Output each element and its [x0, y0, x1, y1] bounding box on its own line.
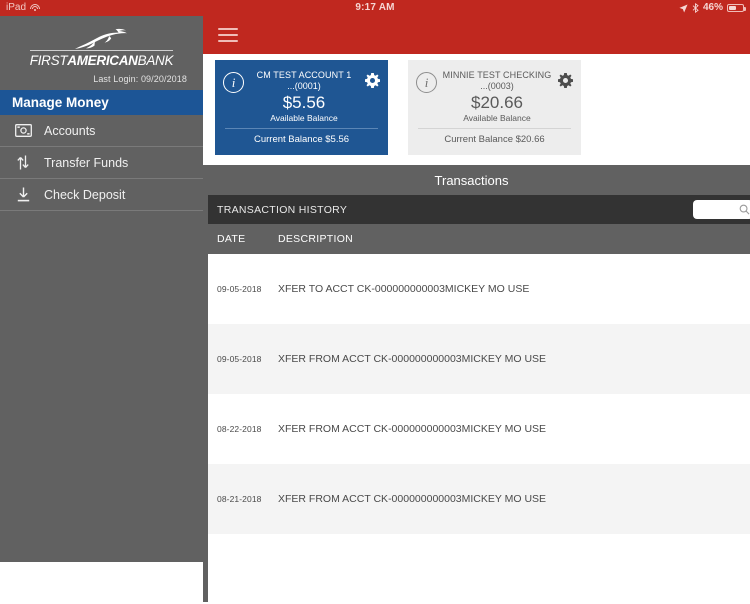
account-card-body: CM TEST ACCOUNT 1 ...(0001) $5.56 Availa… [244, 67, 364, 124]
status-bar-clock: 9:17 AM [355, 2, 395, 13]
logo-bank: BANK [137, 53, 174, 68]
transaction-description: XFER FROM ACCT CK-000000000003MICKEY MO … [278, 353, 547, 365]
column-header-description: DESCRIPTION [278, 233, 354, 245]
sidebar-item-accounts[interactable]: Accounts [0, 115, 203, 147]
location-arrow-icon [679, 3, 688, 13]
gear-icon[interactable] [557, 73, 573, 88]
sidebar: FIRSTAMERICANBANK Last Login: 09/20/2018… [0, 16, 203, 562]
battery-icon [727, 4, 746, 12]
ios-status-bar: iPad 9:17 AM 46% [0, 0, 750, 16]
bluetooth-icon [692, 3, 699, 13]
transaction-date: 09-05-2018 [217, 354, 262, 364]
table-row[interactable]: 08-21-2018 XFER FROM ACCT CK-00000000000… [208, 464, 750, 534]
sidebar-item-label: Transfer Funds [44, 155, 129, 170]
info-icon[interactable]: i [223, 72, 244, 93]
transactions-title: Transactions [434, 172, 509, 188]
account-card-body: MINNIE TEST CHECKING ...(0003) $20.66 Av… [437, 67, 557, 124]
sidebar-item-check-deposit[interactable]: Check Deposit [0, 179, 203, 211]
app-top-bar [203, 16, 750, 54]
table-row[interactable]: 09-05-2018 XFER FROM ACCT CK-00000000000… [208, 324, 750, 394]
transactions-panel: TRANSACTION HISTORY DATE DESCRIPTION 09-… [203, 195, 750, 604]
transaction-description: XFER FROM ACCT CK-000000000003MICKEY MO … [278, 493, 547, 505]
transactions-title-bar: Transactions [203, 165, 750, 195]
sidebar-item-label: Accounts [44, 123, 96, 138]
search-icon [739, 204, 750, 215]
current-balance-label: Current Balance $5.56 [253, 134, 350, 145]
transaction-description: XFER TO ACCT CK-000000000003MICKEY MO US… [278, 283, 530, 295]
gear-icon[interactable] [364, 73, 380, 88]
search-input[interactable] [693, 200, 750, 219]
account-card-header: i MINNIE TEST CHECKING ...(0003) $20.66 … [416, 67, 573, 124]
account-number: ...(0003) [480, 81, 514, 91]
available-balance-label: Available Balance [270, 113, 338, 123]
account-name: CM TEST ACCOUNT 1 [256, 70, 352, 80]
account-card-cm-test-account-1[interactable]: i CM TEST ACCOUNT 1 ...(0001) $5.56 Avai… [215, 60, 388, 155]
table-row[interactable]: 08-22-2018 XFER FROM ACCT CK-00000000000… [208, 394, 750, 464]
brand-header: FIRSTAMERICANBANK Last Login: 09/20/2018 [0, 16, 203, 84]
transactions-column-headers: DATE DESCRIPTION [208, 224, 750, 254]
info-icon[interactable]: i [416, 72, 437, 93]
available-balance-amount: $5.56 [282, 93, 326, 112]
column-header-date: DATE [217, 233, 246, 245]
account-card-minnie-test-checking[interactable]: i MINNIE TEST CHECKING ...(0003) $20.66 … [408, 60, 581, 155]
account-number: ...(0001) [287, 81, 321, 91]
manage-money-label: Manage Money [12, 95, 109, 110]
sidebar-section-manage-money[interactable]: Manage Money [0, 90, 203, 115]
transfer-arrows-icon [14, 154, 32, 172]
transaction-description: XFER FROM ACCT CK-000000000003MICKEY MO … [278, 423, 547, 435]
current-balance-label: Current Balance $20.66 [444, 134, 545, 145]
logo-american: AMERICAN [67, 53, 138, 68]
available-balance-label: Available Balance [463, 113, 531, 123]
logo-first: FIRST [29, 53, 68, 68]
account-card-header: i CM TEST ACCOUNT 1 ...(0001) $5.56 Avai… [223, 67, 380, 124]
sidebar-item-transfer-funds[interactable]: Transfer Funds [0, 147, 203, 179]
status-bar-right: 46% [679, 0, 746, 16]
table-row-partial[interactable] [208, 534, 750, 604]
horse-logo-icon [65, 28, 139, 52]
transaction-date: 09-05-2018 [217, 284, 262, 294]
transaction-date: 08-22-2018 [217, 424, 262, 434]
bank-logo-text: FIRSTAMERICANBANK [29, 50, 174, 68]
main-content: i CM TEST ACCOUNT 1 ...(0001) $5.56 Avai… [203, 16, 750, 604]
download-arrow-icon [14, 186, 32, 204]
table-row[interactable]: 09-05-2018 XFER TO ACCT CK-000000000003M… [208, 254, 750, 324]
battery-percent-label: 46% [702, 2, 723, 13]
last-login-label: Last Login: 09/20/2018 [93, 74, 187, 84]
account-name: MINNIE TEST CHECKING [442, 70, 552, 80]
transaction-history-label: TRANSACTION HISTORY [217, 203, 348, 216]
bank-logo: FIRSTAMERICANBANK [8, 26, 195, 68]
sidebar-item-label: Check Deposit [44, 187, 126, 202]
available-balance-amount: $20.66 [471, 93, 523, 112]
hamburger-menu-icon[interactable] [218, 28, 238, 42]
transaction-date: 08-21-2018 [217, 494, 262, 504]
transaction-history-bar: TRANSACTION HISTORY [208, 195, 750, 224]
account-cards: i CM TEST ACCOUNT 1 ...(0001) $5.56 Avai… [203, 54, 750, 165]
money-bill-icon [14, 122, 32, 140]
